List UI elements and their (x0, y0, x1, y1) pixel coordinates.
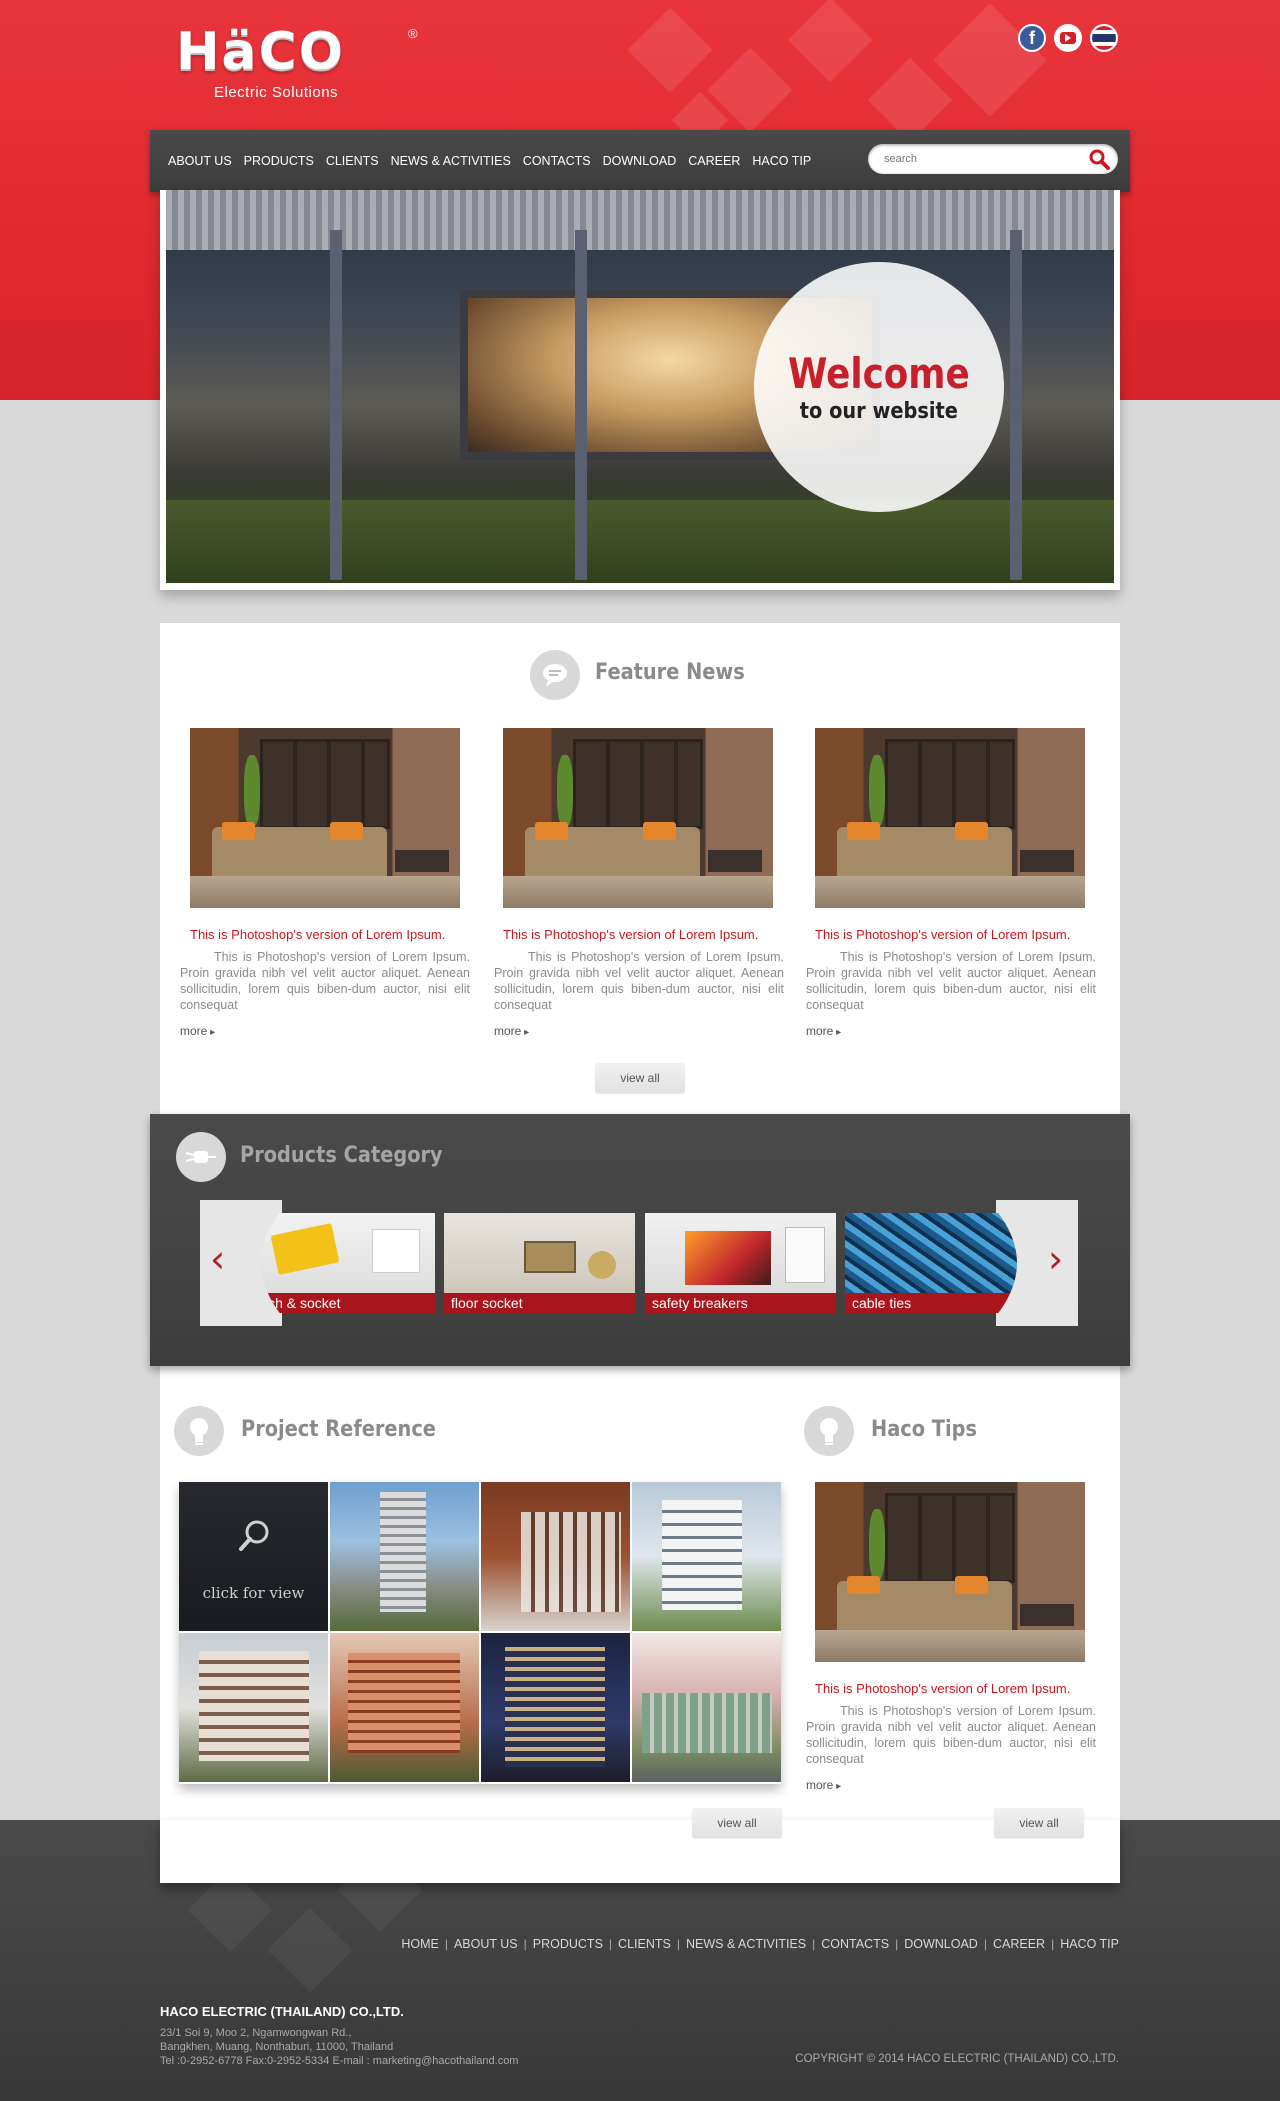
tips-headline[interactable]: This is Photoshop's version of Lorem Ips… (815, 1681, 1070, 1696)
nav-news-activities[interactable]: NEWS & ACTIVITIES (391, 154, 511, 168)
footer-link-career[interactable]: CAREER (993, 1937, 1045, 1951)
click-for-view-label: click for view (202, 1584, 305, 1602)
zoom-icon (239, 1520, 269, 1551)
tips-view-all-button[interactable]: view all (994, 1808, 1084, 1838)
decor-diamond (267, 1907, 353, 1993)
footer-link-clients[interactable]: CLIENTS (618, 1937, 671, 1951)
feature-news-title: Feature News (595, 660, 745, 685)
lightbulb-icon (804, 1406, 854, 1456)
project-tile[interactable] (330, 1482, 479, 1631)
footer-separator: | (1051, 1937, 1055, 1951)
products-category-title: Products Category (240, 1143, 443, 1168)
footer-separator: | (676, 1937, 680, 1951)
project-tile[interactable] (632, 1482, 781, 1631)
tips-more-link[interactable]: more (806, 1778, 841, 1792)
logo-tagline: Electric Solutions (214, 84, 339, 101)
nav-about-us[interactable]: ABOUT US (168, 154, 232, 168)
hero-pergola (166, 190, 1114, 250)
welcome-subtitle: to our website (799, 398, 959, 424)
haco-tips-title: Haco Tips (871, 1417, 978, 1442)
footer-separator: | (983, 1937, 987, 1951)
nav-products[interactable]: PRODUCTS (244, 154, 314, 168)
company-name: HACO ELECTRIC (THAILAND) CO.,LTD. (160, 2004, 404, 2019)
product-label: safety breakers (645, 1293, 836, 1313)
lightbulb-icon (174, 1406, 224, 1456)
news-body: This is Photoshop's version of Lorem Ips… (494, 950, 784, 1012)
hero-lawn (166, 500, 1114, 583)
carousel-right-wedge (996, 1200, 1078, 1326)
footer-link-news-activities[interactable]: NEWS & ACTIVITIES (686, 1937, 806, 1951)
logo-registered-mark: ® (408, 26, 418, 41)
nav-haco-tip[interactable]: HACO TIP (752, 154, 811, 168)
hero-pillar (330, 230, 342, 580)
footer-separator: | (523, 1937, 527, 1951)
logo-text: HäCO (176, 22, 345, 82)
copyright: COPYRIGHT © 2014 HACO ELECTRIC (THAILAND… (795, 2053, 1119, 2065)
news-body: This is Photoshop's version of Lorem Ips… (180, 950, 470, 1012)
news-image[interactable] (503, 728, 773, 908)
address-line: 23/1 Soi 9, Moo 2, Ngamwongwan Rd., (160, 2027, 352, 2039)
news-body: This is Photoshop's version of Lorem Ips… (806, 950, 1096, 1012)
project-tile[interactable] (481, 1482, 630, 1631)
address-line: Bangkhen, Muang, Nonthaburi, 11000, Thai… (160, 2041, 394, 2053)
welcome-badge: Welcome to our website (754, 262, 1004, 512)
project-tile[interactable] (632, 1633, 781, 1782)
carousel-prev-icon[interactable]: ‹ (210, 1237, 225, 1281)
search-icon[interactable] (1088, 148, 1110, 170)
decor-diamond (627, 7, 713, 93)
search-box (868, 144, 1118, 174)
news-more-link[interactable]: more (494, 1024, 529, 1038)
chat-bubble-icon (530, 650, 580, 700)
plug-icon (176, 1132, 226, 1182)
footer-nav: HOME | ABOUT US | PRODUCTS | CLIENTS | NEWS … (401, 1937, 1119, 1951)
projects-view-all-button[interactable]: view all (692, 1808, 782, 1838)
footer-link-haco-tip[interactable]: HACO TIP (1060, 1937, 1119, 1951)
search-input[interactable] (884, 153, 1074, 165)
footer-separator: | (608, 1937, 613, 1951)
news-view-all-button[interactable]: view all (595, 1063, 685, 1093)
product-label: floor socket (444, 1293, 635, 1313)
nav-career[interactable]: CAREER (688, 154, 740, 168)
product-card-safety-breakers[interactable]: safety breakers (645, 1213, 836, 1313)
footer-separator: | (444, 1937, 448, 1951)
nav-contacts[interactable]: CONTACTS (523, 154, 591, 168)
footer-link-download[interactable]: DOWNLOAD (904, 1937, 978, 1951)
footer-separator: | (895, 1937, 899, 1951)
tips-body: This is Photoshop's version of Lorem Ips… (806, 1704, 1096, 1766)
facebook-icon[interactable]: f (1018, 24, 1046, 52)
news-headline[interactable]: This is Photoshop's version of Lorem Ips… (503, 927, 758, 942)
panel-bottom-edge (160, 1820, 1120, 1883)
hero-pillar (575, 230, 587, 580)
decor-diamond (787, 0, 873, 83)
logo[interactable]: HäCO (176, 26, 345, 78)
news-image[interactable] (190, 728, 460, 908)
news-headline[interactable]: This is Photoshop's version of Lorem Ips… (190, 927, 445, 942)
news-image[interactable] (815, 728, 1085, 908)
project-tile[interactable] (179, 1633, 328, 1782)
news-headline[interactable]: This is Photoshop's version of Lorem Ips… (815, 927, 1070, 942)
welcome-title: Welcome (788, 348, 970, 398)
footer-link-home[interactable]: HOME (401, 1937, 439, 1951)
product-card-floor-socket[interactable]: floor socket (444, 1213, 635, 1313)
carousel-next-icon[interactable]: › (1048, 1237, 1063, 1281)
footer-separator: | (812, 1937, 816, 1951)
news-more-link[interactable]: more (806, 1024, 841, 1038)
project-tile[interactable] (330, 1633, 479, 1782)
project-reference-title: Project Reference (241, 1417, 436, 1442)
footer-link-contacts[interactable]: CONTACTS (821, 1937, 889, 1951)
project-tile[interactable]: click for view (179, 1482, 328, 1631)
hero-pillar (1010, 230, 1022, 580)
news-more-link[interactable]: more (180, 1024, 215, 1038)
youtube-icon[interactable] (1054, 24, 1082, 52)
thai-flag-icon[interactable] (1090, 24, 1118, 52)
nav-clients[interactable]: CLIENTS (326, 154, 379, 168)
tips-image[interactable] (815, 1482, 1085, 1662)
nav-download[interactable]: DOWNLOAD (603, 154, 677, 168)
footer-link-about-us[interactable]: ABOUT US (454, 1937, 518, 1951)
project-tile[interactable] (481, 1633, 630, 1782)
contact-line: Tel :0-2952-6778 Fax:0-2952-5334 E-mail … (160, 2055, 519, 2067)
footer-link-products[interactable]: PRODUCTS (533, 1937, 603, 1951)
